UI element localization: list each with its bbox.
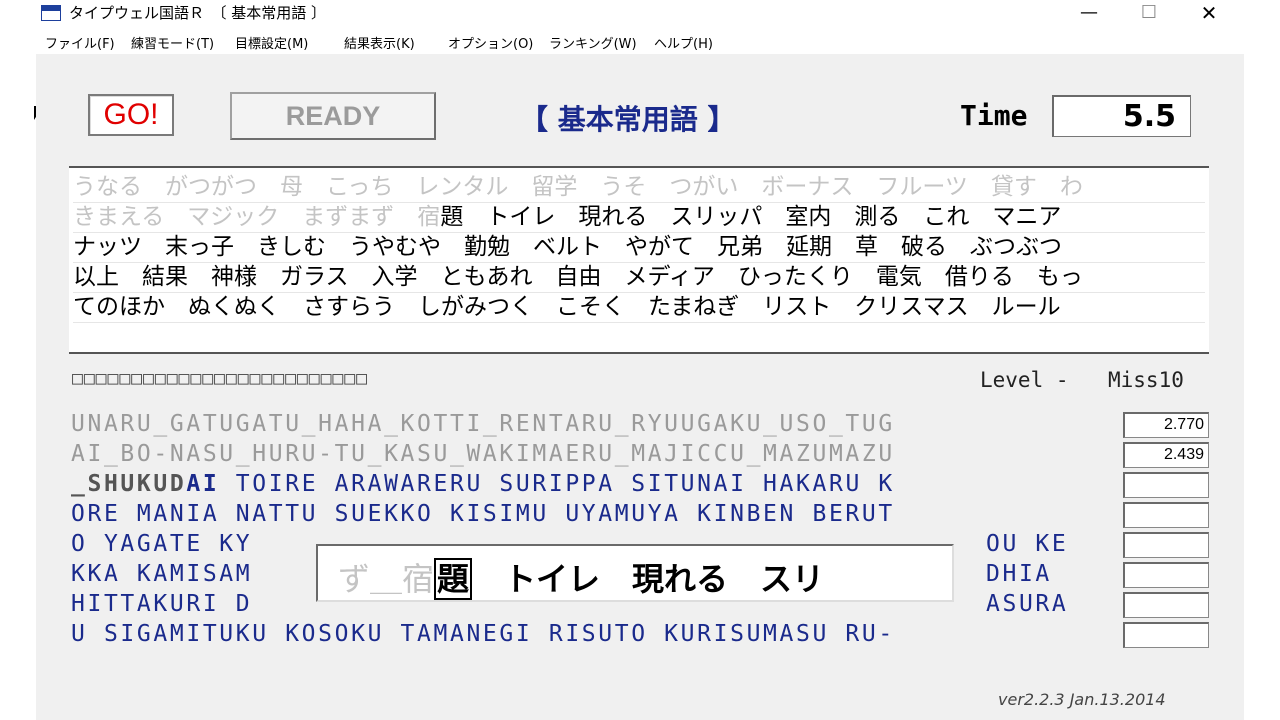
line-time-box: 2.439 [1123,442,1209,468]
app-icon [41,5,61,21]
romaji-typed: AI_BO-NASU_HURU-TU_KASU_WAKIMAERU_MAJICC… [71,441,895,467]
romaji-typed: _SHUKUD [71,471,187,497]
japanese-line-done: きまえる マジック まずまず 宿 [73,204,441,230]
menu-practice-mode[interactable]: 練習モード(T) [131,33,214,52]
maximize-button[interactable]: ☐ [1126,0,1172,28]
time-display: 5.5 [1052,95,1191,137]
mode-title: 【 基本常用語 】 [520,103,736,136]
japanese-line-remaining: 以上 結果 神様 ガラス 入学 ともあれ 自由 メディア ひったくり 電気 借り… [73,264,1083,290]
japanese-line-remaining: 題 トイレ 現れる スリッパ 室内 測る これ マニア [440,204,1062,230]
current-char: 題 [434,558,473,600]
line-time-box [1123,532,1209,558]
level-indicator: Level - [980,368,1069,392]
app-window: タイプウェル国語Ｒ 〔 基本常用語 〕 — ☐ ✕ ファイル(F) 練習モード(… [36,0,1244,720]
line-time-box [1123,472,1209,498]
romaji-remaining: TOIRE ARAWARERU SURIPPA SITUNAI HAKARU K [219,471,895,497]
japanese-line-remaining: てのほか ぬくぬく さすらう しがみつく こそく たまねぎ リスト クリスマス … [73,294,1061,320]
menu-help[interactable]: ヘルプ(H) [654,33,713,52]
menu-ranking[interactable]: ランキング(W) [549,33,637,52]
romaji-line-end: OU KE [986,531,1069,557]
upcoming-chars: トイレ 現れる スリ [472,560,825,598]
romaji-line: HITTAKURI D [71,591,253,617]
title-bar: タイプウェル国語Ｒ 〔 基本常用語 〕 — ☐ ✕ [36,0,1244,28]
progress-boxes: □□□□□□□□□□□□□□□□□□□□□□□□□ [72,368,368,389]
line-time-box [1123,562,1209,588]
romaji-line-end: DHIA [986,561,1052,587]
romaji-line: AI_BO-NASU_HURU-TU_KASU_WAKIMAERU_MAJICC… [71,440,895,468]
line-time-box: 2.770 [1123,412,1209,438]
menu-file[interactable]: ファイル(F) [45,33,115,52]
japanese-line: きまえる マジック まずまず 宿題 トイレ 現れる スリッパ 室内 測る これ … [73,202,1205,233]
miss-counter: Miss10 [1108,368,1184,392]
menu-options[interactable]: オプション(O) [448,33,533,52]
menu-result-display[interactable]: 結果表示(K) [344,33,415,52]
romaji-line-end: ASURA [986,591,1069,617]
japanese-text-panel: うなる がつがつ 母 こっち レンタル 留学 うそ つがい ボーナス フルーツ … [69,166,1209,354]
romaji-line: UNARU_GATUGATU_HAHA_KOTTI_RENTARU_RYUUGA… [71,410,895,438]
romaji-line: KKA KAMISAM [71,561,253,587]
ready-button[interactable]: READY [230,92,436,140]
japanese-line: ナッツ 末っ子 きしむ うやむや 勤勉 ベルト やがて 兄弟 延期 草 破る ぶ… [73,232,1205,263]
romaji-current: AI [186,471,220,497]
romaji-line: U SIGAMITUKU KOSOKU TAMANEGI RISUTO KURI… [71,621,895,647]
version-label: ver2.2.3 Jan.13.2014 [998,690,1166,709]
close-button[interactable]: ✕ [1186,0,1232,28]
japanese-line: てのほか ぬくぬく さすらう しがみつく こそく たまねぎ リスト クリスマス … [73,292,1205,323]
menu-bar: ファイル(F) 練習モード(T) 目標設定(M) 結果表示(K) オプション(O… [36,28,1244,54]
romaji-typed: UNARU_GATUGATU_HAHA_KOTTI_RENTARU_RYUUGA… [71,411,895,437]
japanese-line-remaining: ナッツ 末っ子 きしむ うやむや 勤勉 ベルト やがて 兄弟 延期 草 破る ぶ… [73,234,1062,260]
time-value: 5.5 [1122,99,1176,134]
time-label: Time [960,99,1028,132]
menu-goal-setting[interactable]: 目標設定(M) [235,33,308,52]
romaji-line: ORE MANIA NATTU SUEKKO KISIMU UYAMUYA KI… [71,501,895,527]
typed-chars: ず＿宿 [338,560,435,598]
line-time-box [1123,592,1209,618]
go-button[interactable]: GO! [88,94,174,136]
romaji-line: _SHUKUDAI TOIRE ARAWARERU SURIPPA SITUNA… [71,470,895,498]
japanese-line: うなる がつがつ 母 こっち レンタル 留学 うそ つがい ボーナス フルーツ … [73,172,1205,203]
line-time-box [1123,502,1209,528]
window-title: タイプウェル国語Ｒ 〔 基本常用語 〕 [69,4,327,22]
typing-preview-text: ず＿宿題 トイレ 現れる スリ [338,554,824,600]
japanese-line: 以上 結果 神様 ガラス 入学 ともあれ 自由 メディア ひったくり 電気 借り… [73,262,1205,293]
romaji-line: O YAGATE KY [71,531,253,557]
typing-preview-box: ず＿宿題 トイレ 現れる スリ [316,544,954,602]
minimize-button[interactable]: — [1066,0,1112,28]
japanese-line-done: うなる がつがつ 母 こっち レンタル 留学 うそ つがい ボーナス フルーツ … [73,174,1083,200]
line-time-box [1123,622,1209,648]
